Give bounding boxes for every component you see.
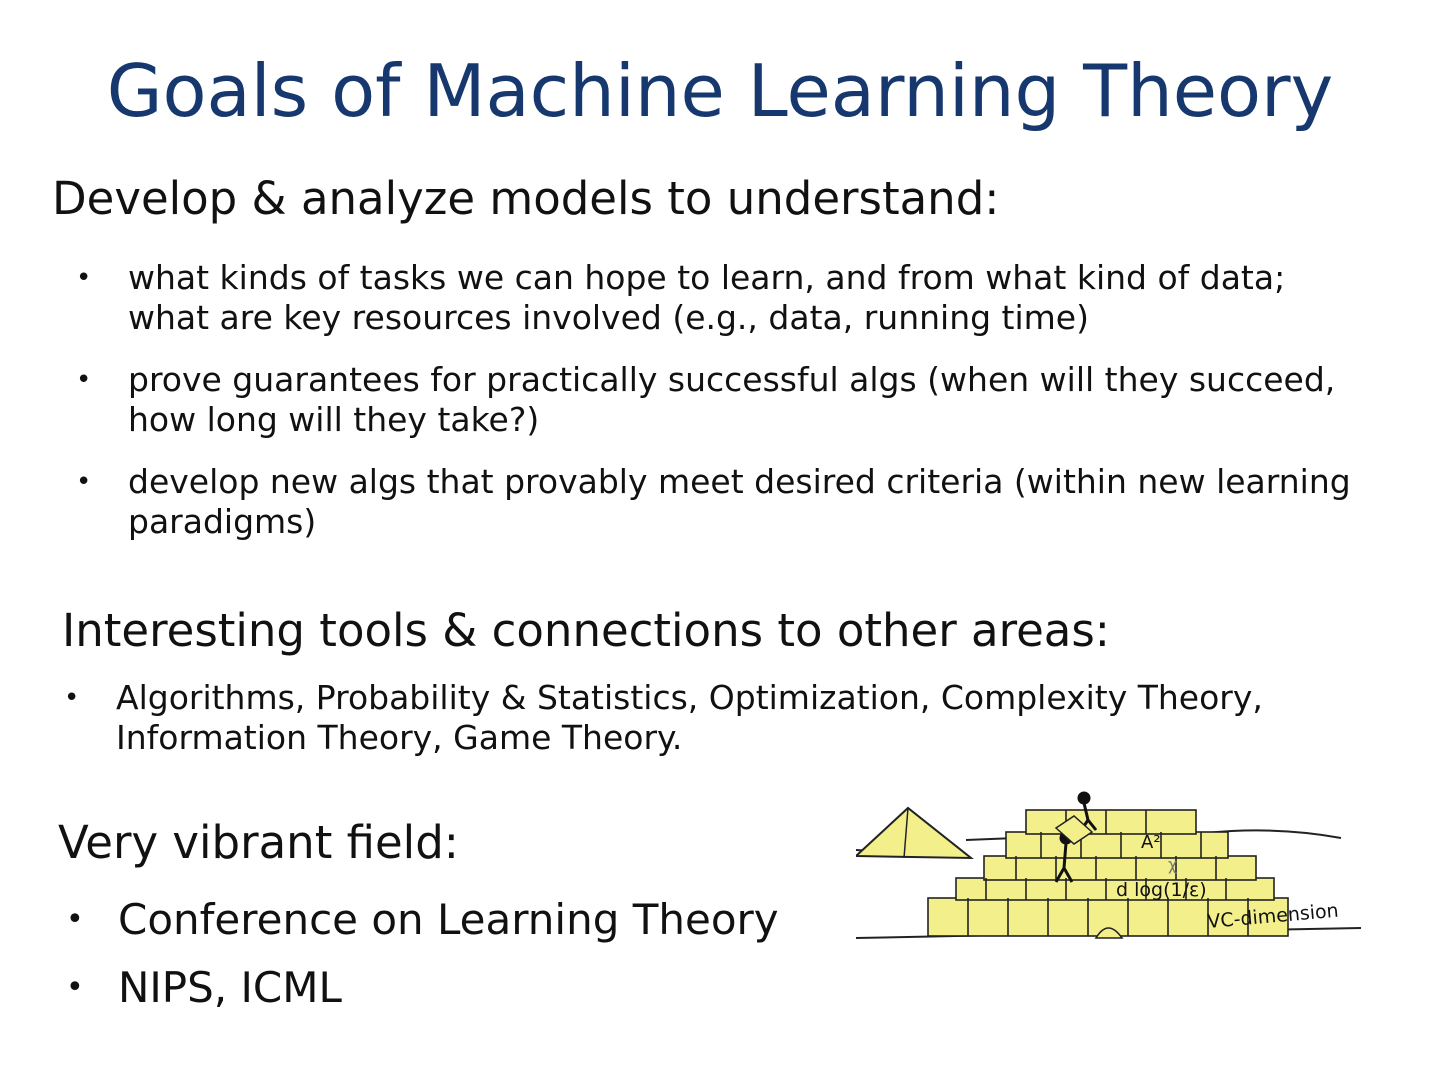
small-pyramid bbox=[856, 806, 974, 860]
slide-title: Goals of Machine Learning Theory bbox=[106, 49, 1334, 133]
label-a-squared: A² bbox=[1141, 832, 1161, 853]
worker-head bbox=[1077, 791, 1091, 805]
section-heading-develop: Develop & analyze models to understand: bbox=[52, 172, 1000, 225]
list-item: • NIPS, ICML bbox=[66, 962, 838, 1014]
tools-bullet-list: • Algorithms, Probability & Statistics, … bbox=[64, 678, 1366, 780]
bullet-dot-icon: • bbox=[76, 263, 92, 293]
label-d-log: d log(1/ε) bbox=[1116, 879, 1207, 901]
bullet-dot-icon: • bbox=[76, 467, 92, 497]
bullet-text: prove guarantees for practically success… bbox=[128, 360, 1336, 439]
bullet-text: NIPS, ICML bbox=[118, 963, 342, 1012]
bullet-dot-icon: • bbox=[66, 902, 84, 937]
tier-3 bbox=[983, 855, 1257, 881]
list-item: • what kinds of tasks we can hope to lea… bbox=[76, 258, 1358, 338]
tier-4 bbox=[1005, 831, 1229, 859]
list-item: • Conference on Learning Theory bbox=[66, 894, 838, 946]
section-heading-vibrant: Very vibrant field: bbox=[58, 816, 459, 869]
bullet-dot-icon: • bbox=[76, 365, 92, 395]
bullet-dot-icon: • bbox=[66, 970, 84, 1005]
list-item: • Algorithms, Probability & Statistics, … bbox=[64, 678, 1366, 758]
worker-body bbox=[1062, 842, 1068, 869]
bullet-text: what kinds of tasks we can hope to learn… bbox=[128, 258, 1286, 337]
label-chi: χ bbox=[1168, 855, 1177, 874]
section-heading-tools: Interesting tools & connections to other… bbox=[62, 604, 1110, 657]
bullet-text: Conference on Learning Theory bbox=[118, 895, 779, 944]
list-item: • develop new algs that provably meet de… bbox=[76, 462, 1358, 542]
list-item: • prove guarantees for practically succe… bbox=[76, 360, 1358, 440]
bullet-text: Algorithms, Probability & Statistics, Op… bbox=[116, 678, 1263, 757]
vibrant-bullet-list: • Conference on Learning Theory • NIPS, … bbox=[66, 894, 838, 1030]
bullet-dot-icon: • bbox=[64, 683, 80, 713]
slide: Goals of Machine Learning Theory Develop… bbox=[0, 0, 1440, 1080]
pyramid-construction-illustration: A² χ d log(1/ε) VC-dimension bbox=[856, 791, 1361, 939]
develop-bullet-list: • what kinds of tasks we can hope to lea… bbox=[76, 258, 1358, 564]
bullet-text: develop new algs that provably meet desi… bbox=[128, 462, 1351, 541]
tier-5 bbox=[1025, 809, 1197, 835]
